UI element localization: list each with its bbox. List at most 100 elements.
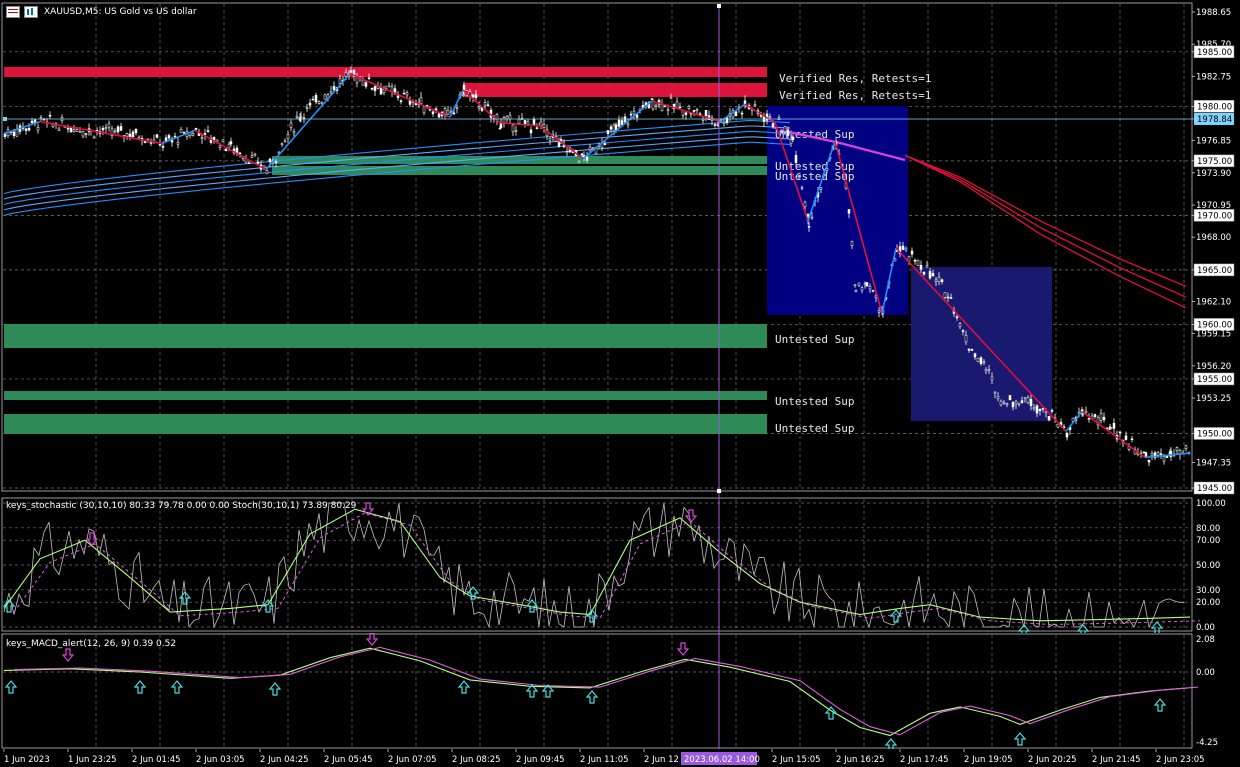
candle-body	[557, 142, 561, 147]
price-level-label: 1965.00	[1197, 266, 1232, 276]
candle-body	[1050, 410, 1054, 412]
candle-body	[203, 133, 207, 135]
price-axis-label: 1947.35	[1196, 458, 1231, 468]
buy-arrow-icon	[889, 609, 903, 623]
candle-body	[164, 137, 168, 142]
candle-body	[36, 127, 40, 131]
time-axis-label: 2 Jun 15:05	[772, 755, 821, 765]
candle-body	[614, 124, 618, 130]
candle-body	[517, 119, 521, 124]
candle-body	[523, 120, 527, 125]
buy-arrow-icon	[884, 738, 898, 749]
candle-body	[387, 85, 391, 88]
candle-body	[355, 77, 359, 84]
macd-svg[interactable]: 2.08 0.00 -4.25	[0, 633, 1240, 749]
buy-arrow-icon	[1013, 732, 1027, 746]
candle-body	[973, 353, 977, 358]
candle-body	[452, 112, 456, 115]
candle-body	[585, 156, 589, 161]
chart-type-icon[interactable]	[24, 6, 38, 18]
time-axis-label: 2 Jun 16:25	[836, 755, 885, 765]
zigzag-segment	[3, 120, 41, 135]
candle-body	[1112, 422, 1116, 429]
candle-body	[101, 127, 105, 131]
candle-body	[695, 109, 699, 111]
candle-body	[865, 282, 869, 287]
zigzag-segment	[1065, 411, 1083, 432]
main-chart-svg[interactable]: Verified Res, Retests=1 Verified Res, Ret…	[0, 0, 1240, 497]
candle-body	[807, 226, 811, 228]
price-level-label: 1950.00	[1197, 429, 1232, 439]
sell-arrow-icon	[676, 642, 690, 656]
time-axis-label: 2 Jun 05:45	[324, 755, 373, 765]
candle-body	[961, 330, 965, 332]
candle-body	[1130, 438, 1134, 441]
zone-label-7: Untested Sup	[775, 395, 854, 408]
candle-body	[612, 124, 616, 132]
candle-body	[946, 296, 950, 299]
candle-body	[253, 153, 257, 156]
candle-body	[857, 282, 861, 286]
candle-body	[666, 109, 670, 111]
macd-frame	[1, 633, 1193, 749]
candle-body	[508, 114, 512, 120]
candle-body	[84, 133, 88, 135]
candle-body	[75, 129, 79, 132]
candle-body	[511, 124, 515, 133]
candle-body	[854, 290, 858, 293]
candle-body	[871, 289, 875, 292]
time-axis: 1 Jun 2023 1 Jun 23:25 2 Jun 01:45 2 Jun 03…	[0, 749, 1240, 767]
candle-body	[606, 130, 610, 135]
candle-body	[780, 130, 784, 133]
candle-body	[311, 98, 315, 101]
candle-body	[931, 273, 935, 277]
candle-body	[1109, 427, 1113, 429]
candle-body	[431, 111, 435, 115]
candle-body	[996, 396, 1000, 399]
candle-body	[158, 143, 162, 146]
candle-body	[535, 127, 539, 129]
main-chart-pane[interactable]: Verified Res, Retests=1 Verified Res, Ret…	[0, 0, 1240, 497]
zigzag-segment	[194, 129, 267, 171]
time-axis-label: 2 Jun 21:45	[1092, 755, 1141, 765]
sell-arrow-icon	[61, 648, 75, 662]
candle-body	[1047, 416, 1051, 421]
candle-body	[786, 129, 790, 136]
price-level-label: 1975.00	[1197, 157, 1232, 167]
candle-body	[1026, 397, 1030, 403]
candle-body	[922, 271, 926, 275]
candle-body	[317, 101, 321, 104]
stochastic-pane[interactable]: 100.00 80.00 70.00 50.00 30.00 20.00 0.00 keys…	[0, 497, 1240, 633]
candle-body	[39, 117, 43, 119]
candle-body	[27, 127, 31, 131]
candle-body	[134, 128, 138, 134]
stochastic-title: keys_stochastic (30,10,10) 80.33 79.78 0…	[6, 501, 357, 511]
candle-body	[687, 106, 691, 109]
chart-window-icon[interactable]	[6, 6, 20, 18]
macd-pane[interactable]: 2.08 0.00 -4.25 keys_MACD_alert(12, 26, 9)…	[0, 633, 1240, 749]
candle-body	[910, 250, 914, 255]
candle-body	[1162, 456, 1166, 462]
candle-body	[803, 201, 807, 208]
macd-main-line	[3, 647, 1189, 737]
candle-body	[505, 116, 509, 120]
candle-body	[725, 117, 729, 123]
candle-body	[292, 131, 296, 134]
candle-body	[797, 173, 801, 176]
time-axis-label: 2 Jun 08:25	[452, 755, 501, 765]
candle-body	[591, 147, 595, 149]
buy-arrow-icon	[268, 682, 282, 696]
zigzag-segment	[349, 72, 451, 118]
candle-body	[107, 123, 111, 128]
candle-body	[526, 121, 530, 125]
candle-body	[632, 110, 636, 115]
candle-body	[286, 134, 290, 140]
candle-body	[982, 361, 986, 364]
time-axis-label: 2 Jun 11:05	[580, 755, 629, 765]
stochastic-svg[interactable]: 100.00 80.00 70.00 50.00 30.00 20.00 0.00	[0, 497, 1240, 633]
candle-body	[1011, 401, 1015, 408]
candle-body	[379, 87, 383, 95]
candle-body	[1147, 459, 1151, 463]
candle-body	[382, 88, 386, 94]
candle-body	[498, 127, 502, 130]
